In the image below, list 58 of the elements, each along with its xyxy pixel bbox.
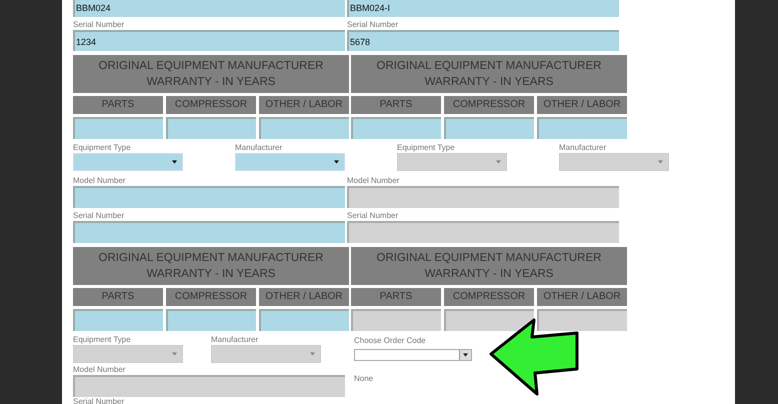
years-field[interactable] [351, 117, 441, 139]
warranty-header: ORIGINAL EQUIPMENT MANUFACTURER WARRANTY - IN YEARS [351, 247, 627, 285]
column-header: OTHER / LABOR [259, 96, 349, 114]
years-field[interactable] [73, 117, 163, 139]
dropdown-button[interactable] [459, 350, 471, 360]
arrow-icon [489, 317, 581, 397]
field-label: Model Number [73, 176, 126, 186]
serial-number-field[interactable]: 5678 [347, 30, 619, 51]
column-header: PARTS [351, 288, 441, 306]
serial-number-field[interactable] [73, 221, 345, 243]
field-label: Serial Number [73, 211, 126, 221]
text-field[interactable]: BBM024 [73, 0, 345, 17]
column-header: PARTS [351, 96, 441, 114]
caret-icon [463, 353, 468, 357]
column-header: OTHER / LABOR [537, 288, 627, 306]
field-label: Serial Number [73, 20, 126, 30]
column-header: OTHER / LABOR [259, 288, 349, 306]
field-label: Choose Order Code [354, 336, 427, 346]
field-label: Manufacturer [211, 335, 260, 345]
caret-icon [172, 352, 177, 356]
field-label: Model Number [347, 176, 400, 186]
warranty-header: ORIGINAL EQUIPMENT MANUFACTURER WARRANTY - IN YEARS [73, 55, 349, 93]
field-label: Serial Number [347, 211, 400, 221]
column-header: COMPRESSOR [444, 96, 534, 114]
column-header: COMPRESSOR [166, 288, 256, 306]
years-field[interactable] [73, 309, 163, 331]
dropdown[interactable] [235, 153, 345, 171]
field-label: Manufacturer [559, 143, 608, 153]
order-code-value: None [354, 374, 374, 383]
caret-icon [334, 160, 339, 164]
warranty-header: ORIGINAL EQUIPMENT MANUFACTURER WARRANTY - IN YEARS [73, 247, 349, 285]
field-label: Serial Number [347, 20, 400, 30]
years-field[interactable] [537, 117, 627, 139]
column-header: PARTS [73, 96, 163, 114]
years-field[interactable] [166, 117, 256, 139]
model-number-field[interactable] [73, 186, 345, 208]
years-field[interactable] [444, 117, 534, 139]
column-header: OTHER / LABOR [537, 96, 627, 114]
warranty-header: ORIGINAL EQUIPMENT MANUFACTURER WARRANTY - IN YEARS [351, 55, 627, 93]
column-header: COMPRESSOR [444, 288, 534, 306]
field-label: Serial Number [73, 397, 126, 404]
caret-icon [310, 352, 315, 356]
caret-icon [172, 160, 177, 164]
text-field[interactable]: BBM024-I [347, 0, 619, 17]
field-label: Equipment Type [73, 335, 132, 345]
caret-icon [496, 160, 501, 164]
years-field[interactable] [259, 117, 349, 139]
column-header: COMPRESSOR [166, 96, 256, 114]
dropdown[interactable] [73, 153, 183, 171]
years-field[interactable] [259, 309, 349, 331]
years-field[interactable] [166, 309, 256, 331]
column-header: PARTS [73, 288, 163, 306]
field-label: Equipment Type [397, 143, 456, 153]
caret-icon [658, 160, 663, 164]
field-label: Model Number [73, 365, 126, 375]
field-label: Manufacturer [235, 143, 284, 153]
serial-number-field[interactable]: 1234 [73, 30, 345, 51]
field-label: Equipment Type [73, 143, 132, 153]
